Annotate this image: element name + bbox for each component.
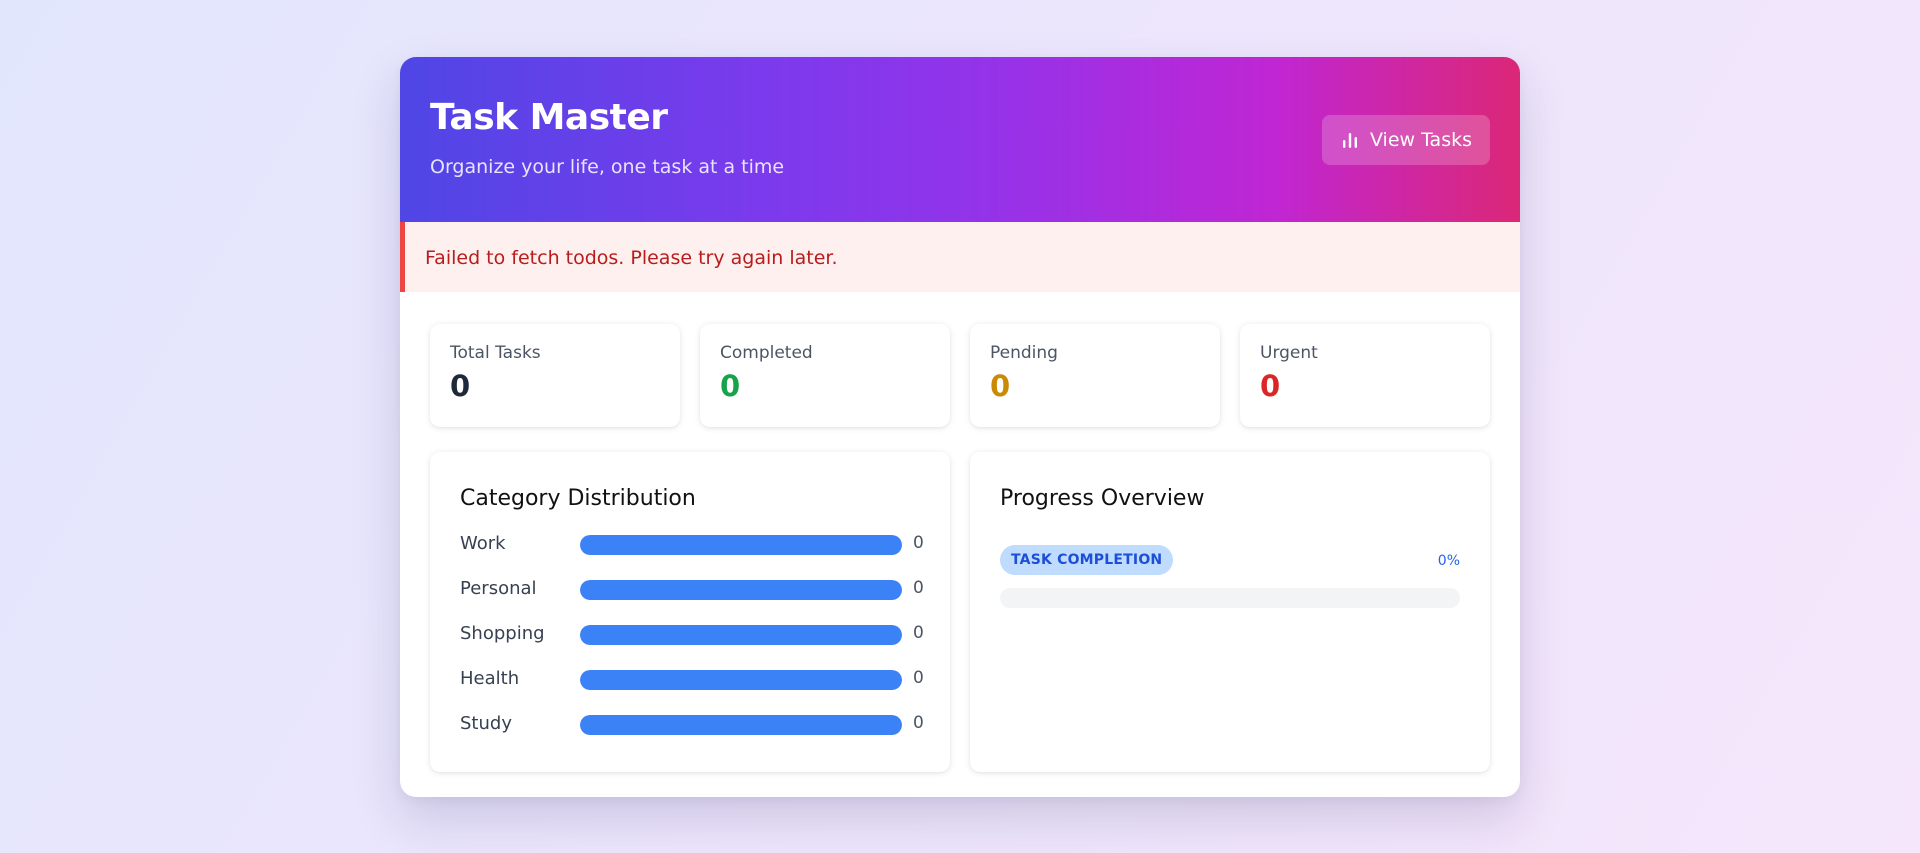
app-title: Task Master — [430, 97, 668, 138]
progress-track — [1000, 588, 1460, 608]
app-subtitle: Organize your life, one task at a time — [430, 156, 785, 178]
category-bar-fill — [580, 580, 902, 600]
stat-value: 0 — [720, 369, 741, 403]
category-bar — [580, 670, 902, 690]
app-header: Task Master Organize your life, one task… — [400, 57, 1520, 222]
category-bar — [580, 625, 902, 645]
stat-value: 0 — [990, 369, 1011, 403]
category-count: 0 — [913, 623, 924, 643]
task-completion-badge: TASK COMPLETION — [1000, 545, 1174, 575]
view-tasks-button[interactable]: View Tasks — [1322, 115, 1490, 165]
category-bar — [580, 715, 902, 735]
category-count: 0 — [913, 578, 924, 598]
main-card: Task Master Organize your life, one task… — [400, 57, 1520, 797]
category-label: Health — [460, 668, 520, 689]
category-label: Study — [460, 713, 512, 734]
panel-title: Category Distribution — [460, 486, 696, 511]
stat-label: Pending — [990, 343, 1058, 363]
stat-card-urgent: Urgent 0 — [1240, 324, 1490, 427]
category-bar-fill — [580, 670, 902, 690]
panel-title: Progress Overview — [1000, 486, 1205, 511]
category-count: 0 — [913, 533, 924, 553]
progress-overview-panel: Progress Overview TASK COMPLETION 0% — [970, 452, 1490, 772]
error-message: Failed to fetch todos. Please try again … — [425, 247, 838, 269]
category-bar-fill — [580, 715, 902, 735]
category-row-work: Work 0 — [460, 533, 930, 555]
stat-card-pending: Pending 0 — [970, 324, 1220, 427]
category-label: Personal — [460, 578, 537, 599]
stat-card-completed: Completed 0 — [700, 324, 950, 427]
category-bar-fill — [580, 535, 902, 555]
category-bar — [580, 535, 902, 555]
category-bar — [580, 580, 902, 600]
category-label: Work — [460, 533, 506, 554]
category-bar-fill — [580, 625, 902, 645]
category-label: Shopping — [460, 623, 545, 644]
stat-label: Urgent — [1260, 343, 1318, 363]
stat-label: Completed — [720, 343, 813, 363]
category-count: 0 — [913, 713, 924, 733]
category-distribution-panel: Category Distribution Work 0 Personal 0 … — [430, 452, 950, 772]
stat-value: 0 — [450, 369, 471, 403]
stat-value: 0 — [1260, 369, 1281, 403]
category-row-personal: Personal 0 — [460, 578, 930, 600]
category-row-study: Study 0 — [460, 713, 930, 735]
stat-card-total: Total Tasks 0 — [430, 324, 680, 427]
category-row-shopping: Shopping 0 — [460, 623, 930, 645]
stat-label: Total Tasks — [450, 343, 541, 363]
bar-chart-icon — [1340, 130, 1360, 150]
view-tasks-label: View Tasks — [1369, 129, 1473, 151]
completion-percent: 0% — [1437, 553, 1460, 569]
category-row-health: Health 0 — [460, 668, 930, 690]
error-banner: Failed to fetch todos. Please try again … — [400, 222, 1520, 292]
category-count: 0 — [913, 668, 924, 688]
